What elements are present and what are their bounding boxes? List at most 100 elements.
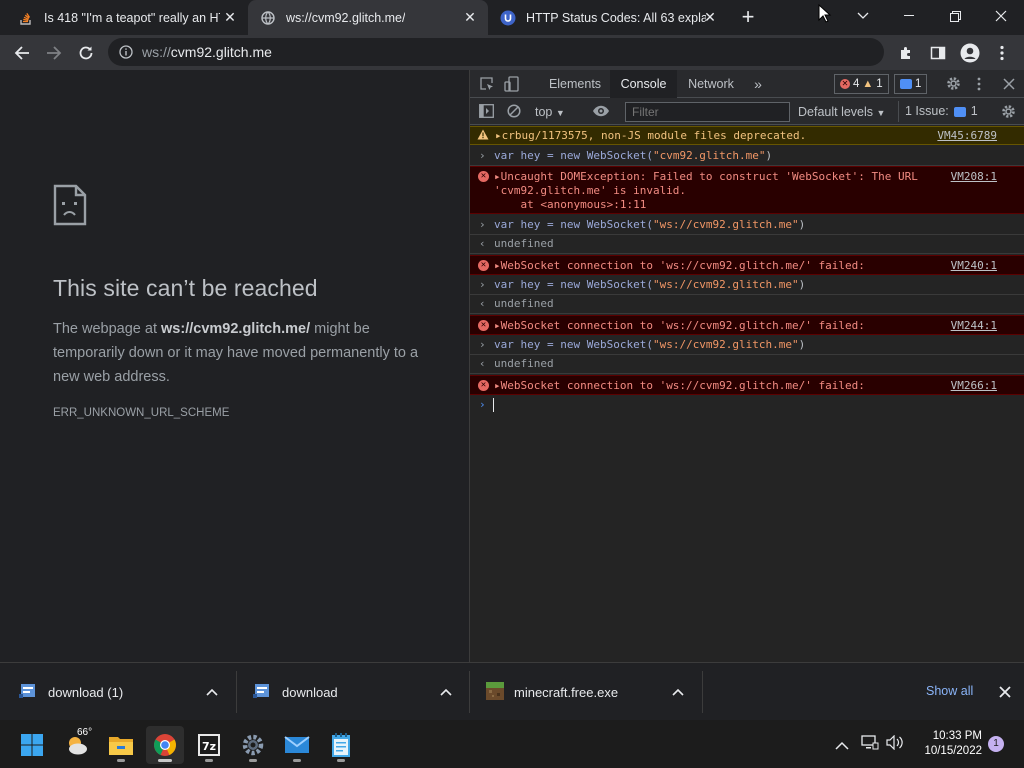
source-link[interactable]: VM208:1 bbox=[951, 170, 997, 184]
close-tab-icon[interactable]: ✕ bbox=[222, 9, 238, 25]
source-link[interactable]: VM266:1 bbox=[951, 379, 997, 393]
network-icon[interactable] bbox=[861, 735, 879, 755]
notification-badge[interactable]: 1 bbox=[988, 736, 1004, 752]
settings-gear-icon[interactable] bbox=[946, 76, 961, 96]
console-filter-input[interactable] bbox=[625, 102, 790, 122]
device-toolbar-icon[interactable] bbox=[504, 76, 520, 97]
notepad-icon[interactable] bbox=[322, 726, 360, 764]
console-warning[interactable]: ▸crbug/1173575, non-JS module files depr… bbox=[470, 126, 1024, 145]
console-settings-gear-icon[interactable] bbox=[1001, 104, 1016, 124]
side-panel-icon[interactable] bbox=[924, 39, 952, 67]
tab-stackoverflow[interactable]: Is 418 "I'm a teapot" really an HT ✕ bbox=[0, 0, 248, 35]
source-link[interactable]: VM240:1 bbox=[951, 259, 997, 273]
settings-gear-icon[interactable] bbox=[234, 726, 272, 764]
back-button[interactable] bbox=[8, 39, 36, 67]
error-code: ERR_UNKNOWN_URL_SCHEME bbox=[53, 407, 230, 419]
console-input: › var hey = new WebSocket("ws://cvm92.gl… bbox=[470, 335, 1024, 355]
code-pre: var hey = new WebSocket( bbox=[494, 149, 653, 162]
weather-temperature: 66° bbox=[77, 727, 93, 738]
url-host: cvm92.glitch.me bbox=[170, 44, 272, 60]
show-hidden-icons-chevron-icon[interactable] bbox=[835, 737, 849, 755]
chrome-icon[interactable] bbox=[146, 726, 184, 764]
warning-text: ▸crbug/1173575, non-JS module files depr… bbox=[495, 129, 806, 143]
sidebar-toggle-icon[interactable] bbox=[479, 104, 494, 123]
tab-search-button[interactable] bbox=[840, 0, 886, 32]
live-expression-eye-icon[interactable] bbox=[592, 104, 610, 123]
close-devtools-icon[interactable] bbox=[1003, 77, 1015, 95]
weather-widget[interactable]: 66° bbox=[58, 726, 96, 764]
forward-button[interactable] bbox=[40, 39, 68, 67]
console-error[interactable]: ✕ ▸WebSocket connection to 'ws://cvm92.g… bbox=[470, 255, 1024, 275]
download-item[interactable]: download (1) bbox=[18, 663, 236, 721]
extensions-icon[interactable] bbox=[892, 39, 920, 67]
code-post: ) bbox=[798, 278, 806, 291]
minimize-button[interactable] bbox=[886, 0, 932, 32]
mail-icon[interactable] bbox=[278, 726, 316, 764]
download-item[interactable]: download bbox=[252, 663, 470, 721]
console-error[interactable]: ✕ ▸WebSocket connection to 'ws://cvm92.g… bbox=[470, 375, 1024, 395]
log-levels-dropdown[interactable]: Default levels ▼ bbox=[798, 102, 885, 122]
close-shelf-icon[interactable] bbox=[999, 685, 1011, 703]
devtools-menu-icon[interactable] bbox=[977, 77, 981, 96]
dropdown-arrow-icon: ▼ bbox=[876, 108, 886, 118]
download-divider bbox=[469, 671, 470, 713]
error-text: ▸WebSocket connection to 'ws://cvm92.gli… bbox=[494, 259, 865, 273]
inspect-element-icon[interactable] bbox=[480, 77, 494, 96]
context-selector[interactable]: top ▼ bbox=[535, 102, 575, 122]
chevron-up-icon[interactable] bbox=[206, 685, 220, 699]
file-explorer-icon[interactable] bbox=[102, 726, 140, 764]
reload-button[interactable] bbox=[72, 39, 100, 67]
chevron-up-icon[interactable] bbox=[440, 685, 454, 699]
tab-network[interactable]: Network bbox=[677, 70, 745, 98]
error-text: ▸Uncaught DOMException: Failed to constr… bbox=[494, 170, 918, 184]
console-error[interactable]: ✕ ▸Uncaught DOMException: Failed to cons… bbox=[470, 166, 1024, 214]
issues-button[interactable]: 1 Issue: 1 bbox=[898, 101, 984, 122]
restore-button[interactable] bbox=[932, 0, 978, 32]
clear-console-icon[interactable] bbox=[507, 104, 521, 123]
tab-console[interactable]: Console bbox=[610, 70, 677, 98]
issue-counter[interactable]: ✕ 4 ▲ 1 bbox=[834, 74, 889, 94]
minecraft-icon bbox=[486, 681, 504, 703]
download-item[interactable]: minecraft.free.exe bbox=[486, 663, 704, 721]
new-tab-button[interactable]: + bbox=[736, 5, 760, 29]
tab-elements[interactable]: Elements bbox=[540, 70, 610, 98]
code-pre: var hey = new WebSocket( bbox=[494, 278, 653, 291]
sad-page-icon bbox=[53, 184, 87, 231]
clock-date: 10/15/2022 bbox=[924, 745, 982, 757]
output-arrow-icon: ‹ bbox=[479, 357, 486, 370]
profile-avatar[interactable] bbox=[956, 39, 984, 67]
source-link[interactable]: VM45:6789 bbox=[937, 129, 997, 143]
info-icon[interactable] bbox=[119, 45, 133, 64]
input-prompt-icon: › bbox=[479, 149, 486, 162]
warning-message: crbug/1173575, non-JS module files depre… bbox=[501, 129, 807, 142]
running-indicator bbox=[117, 759, 125, 762]
message-counter[interactable]: 1 bbox=[894, 74, 928, 94]
url-text: ws://cvm92.glitch.me bbox=[142, 44, 272, 60]
menu-kebab-icon[interactable] bbox=[988, 39, 1016, 67]
chevron-up-icon[interactable] bbox=[672, 685, 686, 699]
console-error[interactable]: ✕ ▸WebSocket connection to 'ws://cvm92.g… bbox=[470, 315, 1024, 335]
running-indicator bbox=[249, 759, 257, 762]
tab-title: ws://cvm92.glitch.me/ bbox=[286, 10, 406, 25]
volume-icon[interactable] bbox=[886, 734, 904, 755]
console-prompt[interactable]: › bbox=[470, 396, 1024, 414]
show-all-downloads-link[interactable]: Show all bbox=[926, 684, 973, 698]
running-indicator bbox=[158, 759, 172, 762]
close-window-button[interactable] bbox=[978, 0, 1024, 32]
tab-http-status[interactable]: HTTP Status Codes: All 63 explaine ✕ bbox=[488, 0, 728, 35]
more-tabs-icon[interactable]: » bbox=[748, 70, 768, 98]
tab-active[interactable]: ws://cvm92.glitch.me/ ✕ bbox=[248, 0, 488, 35]
console-input: › var hey = new WebSocket("cvm92.glitch.… bbox=[470, 146, 1024, 166]
close-tab-icon[interactable]: ✕ bbox=[462, 9, 478, 25]
uptrends-icon bbox=[500, 10, 516, 26]
start-windows-icon[interactable] bbox=[13, 726, 51, 764]
dropdown-arrow-icon: ▼ bbox=[555, 108, 565, 118]
clock[interactable]: 10:33 PM 10/15/2022 bbox=[916, 729, 982, 759]
error-title: This site can’t be reached bbox=[53, 275, 318, 301]
7zip-icon[interactable]: 7z bbox=[190, 726, 228, 764]
address-bar[interactable]: ws://cvm92.glitch.me bbox=[108, 38, 884, 66]
desc-prefix: The webpage at bbox=[53, 321, 162, 337]
issue-message-icon bbox=[953, 106, 966, 117]
source-link[interactable]: VM244:1 bbox=[951, 319, 997, 333]
close-tab-icon[interactable]: ✕ bbox=[702, 9, 718, 25]
